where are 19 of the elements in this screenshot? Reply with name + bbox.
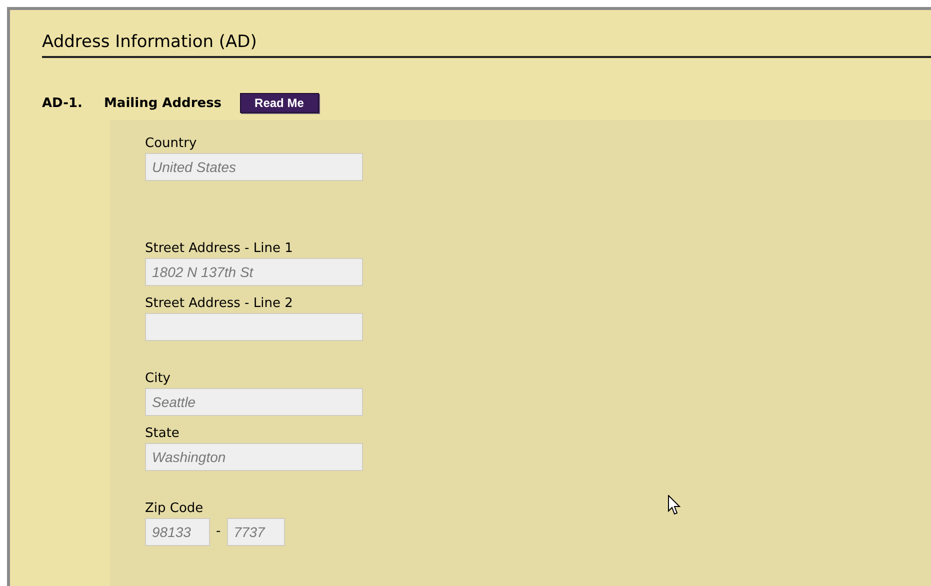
question-title: Mailing Address xyxy=(104,96,222,110)
input-field[interactable]: United States xyxy=(145,153,363,181)
input-field[interactable]: Seattle xyxy=(145,388,363,416)
field-label: Zip Code xyxy=(145,501,204,517)
input-field[interactable]: 1802 N 137th St xyxy=(145,258,363,286)
field-label: Street Address - Line 1 xyxy=(145,241,293,257)
question-number: AD-1. xyxy=(42,96,84,110)
read-me-button[interactable]: Read Me xyxy=(240,93,319,113)
field-label: Country xyxy=(145,136,197,152)
field-label: Street Address - Line 2 xyxy=(145,296,293,312)
field-label: State xyxy=(145,426,180,442)
input-field[interactable] xyxy=(145,313,363,341)
cursor-icon xyxy=(668,495,681,516)
input-field[interactable]: 7737 xyxy=(226,518,285,546)
section-title: Address Information (AD) xyxy=(42,32,931,58)
field-label: City xyxy=(145,371,170,387)
input-field[interactable]: Washington xyxy=(145,443,363,471)
input-field[interactable]: 98133 xyxy=(145,518,210,546)
separator: - xyxy=(216,524,221,539)
